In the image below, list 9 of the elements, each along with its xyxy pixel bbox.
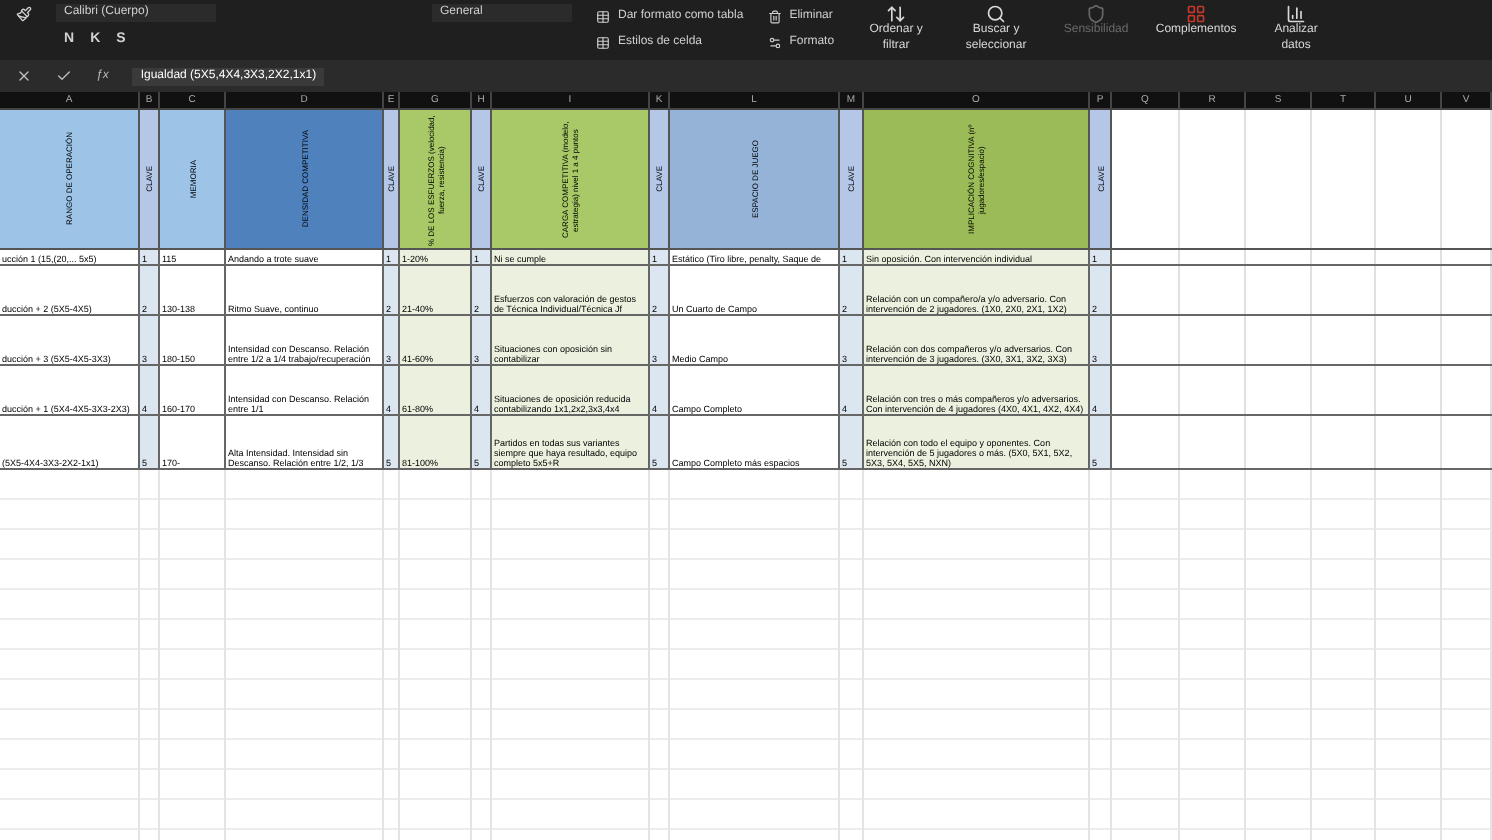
cancel-icon[interactable] <box>16 68 32 84</box>
shield-icon <box>1086 4 1107 24</box>
table-icon <box>596 36 610 50</box>
table-icon <box>596 10 610 24</box>
sort-icon <box>886 4 907 24</box>
search-icon <box>986 4 1007 24</box>
format-painter-icon[interactable] <box>16 5 32 21</box>
enter-icon[interactable] <box>56 68 72 84</box>
delete-icon <box>767 10 782 24</box>
